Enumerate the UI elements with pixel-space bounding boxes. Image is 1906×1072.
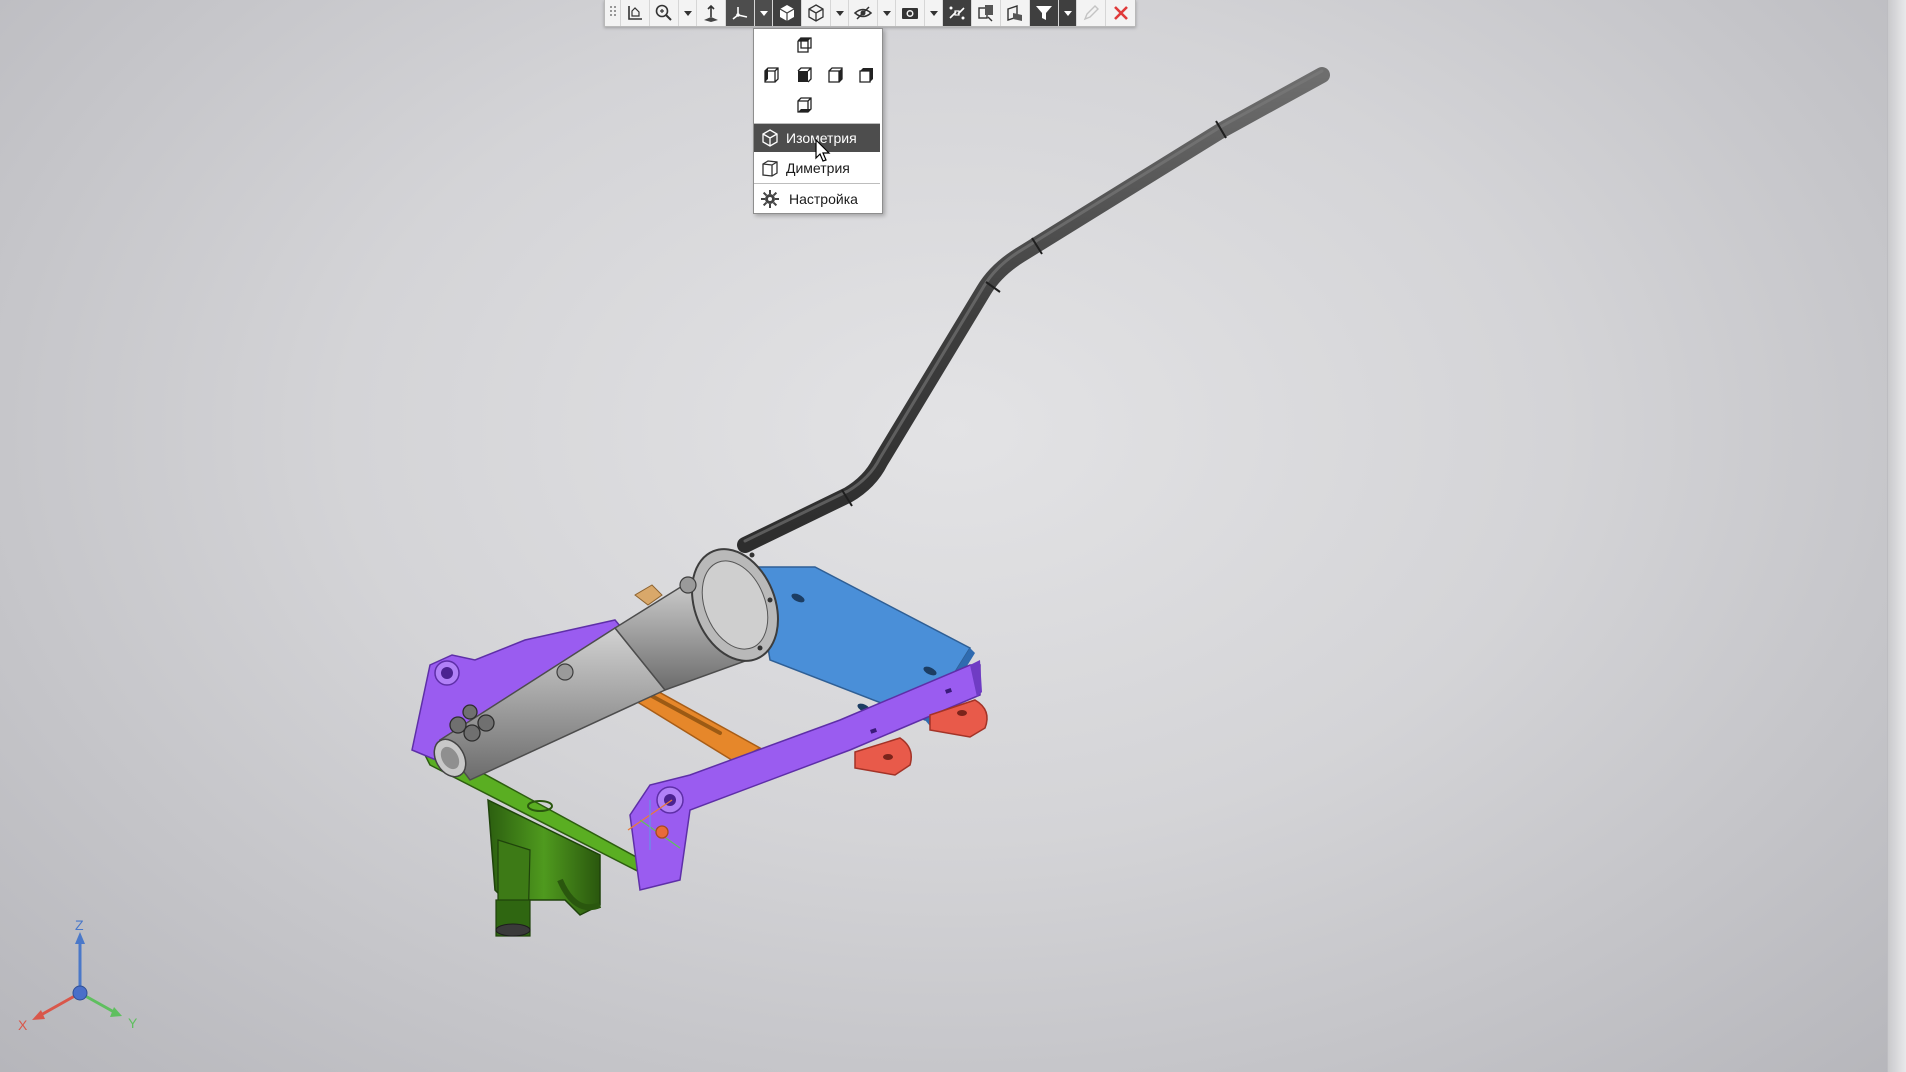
- filter-button[interactable]: [1030, 0, 1059, 26]
- close-icon: [1113, 6, 1128, 20]
- left-view-icon: [764, 67, 779, 83]
- display-style-dropdown[interactable]: [831, 0, 849, 26]
- hide-button[interactable]: [849, 0, 878, 26]
- hide-eye-icon: [853, 6, 873, 20]
- normal-to-button[interactable]: [697, 0, 726, 26]
- menu-item-settings[interactable]: Настройка: [754, 185, 880, 213]
- zoom-button[interactable]: [650, 0, 679, 26]
- layers-icon: [1007, 5, 1022, 21]
- normal-to-icon: [704, 4, 718, 22]
- view-top-button[interactable]: [793, 33, 817, 57]
- edit-button[interactable]: [1077, 0, 1106, 26]
- orientation-button[interactable]: [726, 0, 755, 26]
- view-left-button[interactable]: [760, 63, 784, 87]
- chevron-down-icon: [759, 11, 768, 16]
- section-icon: [949, 6, 965, 20]
- bottom-view-icon: [797, 97, 812, 113]
- orientation-dropdown[interactable]: [755, 0, 773, 26]
- view-toolbar: [604, 0, 1136, 27]
- shaded-cube-icon: [779, 5, 795, 21]
- menu-separator: [754, 183, 880, 184]
- chevron-down-icon: [1063, 11, 1072, 16]
- filter-icon: [1036, 6, 1052, 20]
- pencil-icon: [1083, 5, 1099, 21]
- rod-collars: [841, 120, 1227, 507]
- dimetric-cube-icon: [762, 160, 778, 177]
- purple-right-frame[interactable]: [629, 660, 982, 891]
- top-view-icon: [797, 37, 812, 53]
- close-button[interactable]: [1106, 0, 1135, 26]
- sketch-button[interactable]: [621, 0, 650, 26]
- view-front-button[interactable]: [793, 63, 817, 87]
- chevron-down-icon: [882, 11, 891, 16]
- gear-icon: [761, 190, 779, 208]
- 3d-viewport[interactable]: Z X Y: [0, 0, 1906, 1072]
- zoom-dropdown[interactable]: [679, 0, 697, 26]
- shaded-button[interactable]: [773, 0, 802, 26]
- toolbar-grip[interactable]: [605, 0, 621, 26]
- display-style-button[interactable]: [802, 0, 831, 26]
- zoom-icon: [655, 4, 672, 21]
- z-axis-label: Z: [75, 918, 84, 933]
- right-view-icon: [828, 67, 843, 83]
- mouse-cursor-icon: [815, 139, 831, 162]
- section-button[interactable]: [943, 0, 972, 26]
- front-view-icon: [797, 67, 812, 83]
- grip-icon: [609, 6, 616, 16]
- chevron-down-icon: [683, 11, 692, 16]
- orientation-menu: Изометрия Диметрия Настройка: [753, 28, 883, 214]
- hide-dropdown[interactable]: [878, 0, 896, 26]
- explode-icon: [978, 5, 993, 22]
- isometric-cube-icon: [762, 129, 778, 147]
- back-view-icon: [859, 68, 873, 83]
- y-axis-label: Y: [128, 1015, 138, 1031]
- view-settings-button[interactable]: [896, 0, 925, 26]
- axis-triad: Z X Y: [18, 918, 138, 1033]
- view-back-button[interactable]: [855, 63, 879, 87]
- assembly-model[interactable]: [0, 0, 1906, 1072]
- menu-item-label: Настройка: [789, 191, 858, 207]
- view-bottom-button[interactable]: [793, 93, 817, 117]
- layers-button[interactable]: [1001, 0, 1030, 26]
- chevron-down-icon: [929, 11, 938, 16]
- sketch-plane-icon: [628, 6, 642, 20]
- filter-dropdown[interactable]: [1059, 0, 1077, 26]
- wireframe-cube-icon: [808, 4, 824, 22]
- chevron-down-icon: [835, 11, 844, 16]
- view-settings-dropdown[interactable]: [925, 0, 943, 26]
- view-right-button[interactable]: [824, 63, 848, 87]
- explode-button[interactable]: [972, 0, 1001, 26]
- x-axis-label: X: [18, 1017, 28, 1033]
- right-panel-edge[interactable]: [1887, 0, 1906, 1072]
- orientation-icon: [732, 7, 748, 20]
- camera-icon: [902, 8, 918, 19]
